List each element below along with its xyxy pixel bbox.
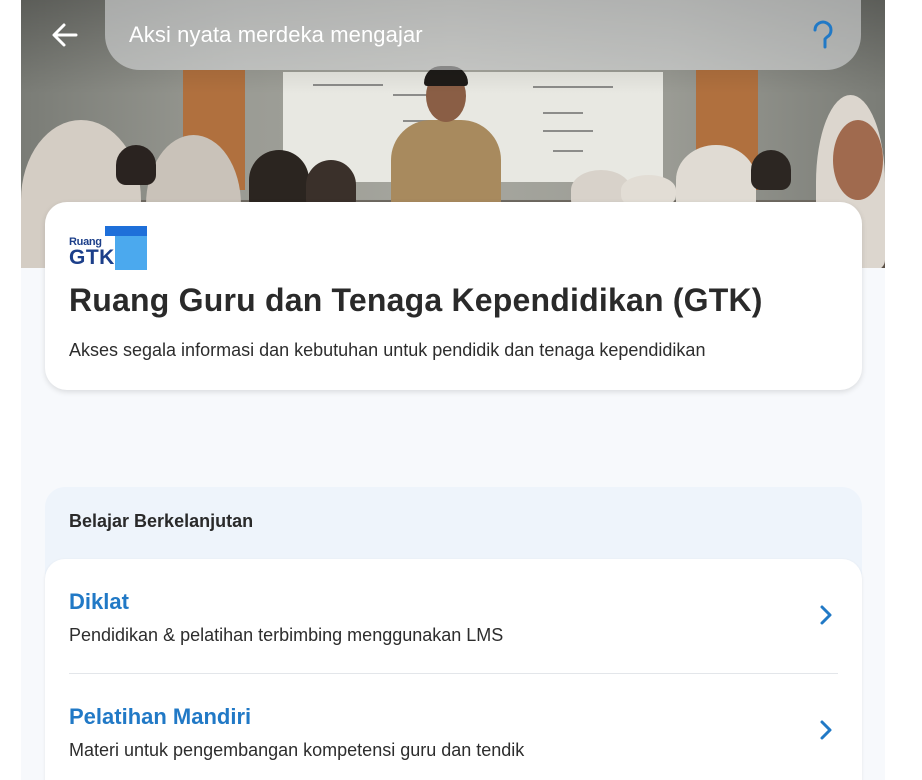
back-button[interactable] <box>47 17 83 53</box>
page: Ruang GTK Ruang Guru dan Tenaga Kependid… <box>21 0 885 780</box>
search-icon[interactable] <box>809 20 839 50</box>
page-title: Ruang Guru dan Tenaga Kependidikan (GTK) <box>69 282 763 318</box>
page-subtitle: Akses segala informasi dan kebutuhan unt… <box>69 340 706 360</box>
list-item-diklat[interactable]: Diklat Pendidikan & pelatihan terbimbing… <box>45 559 862 673</box>
menu-list: Diklat Pendidikan & pelatihan terbimbing… <box>45 559 862 780</box>
gtk-info-card: Ruang GTK Ruang Guru dan Tenaga Kependid… <box>45 202 862 390</box>
list-item-pelatihan-mandiri[interactable]: Pelatihan Mandiri Materi untuk pengemban… <box>45 674 862 780</box>
top-bar: Aksi nyata merdeka mengajar <box>21 0 885 70</box>
logo-text-big: GTK <box>69 246 115 269</box>
search-input[interactable]: Aksi nyata merdeka mengajar <box>129 22 423 48</box>
item-title: Diklat <box>69 589 129 614</box>
item-title: Pelatihan Mandiri <box>69 704 252 729</box>
item-description: Pendidikan & pelatihan terbimbing menggu… <box>69 625 504 645</box>
chevron-right-icon <box>820 720 832 740</box>
search-bar[interactable]: Aksi nyata merdeka mengajar <box>105 0 861 70</box>
ruang-gtk-logo: Ruang GTK <box>69 226 149 272</box>
chevron-right-icon <box>820 605 832 625</box>
section-belajar-berkelanjutan: Belajar Berkelanjutan Diklat Pendidikan … <box>45 487 862 780</box>
back-arrow-icon <box>52 23 78 47</box>
item-description: Materi untuk pengembangan kompetensi gur… <box>69 740 525 760</box>
section-title: Belajar Berkelanjutan <box>69 511 254 531</box>
